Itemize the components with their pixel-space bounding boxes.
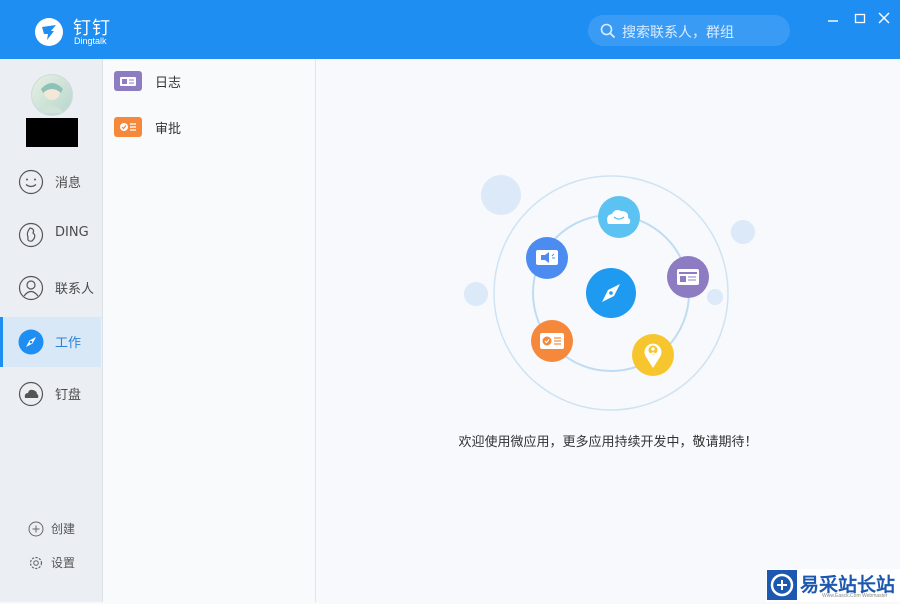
nav-item-disk[interactable]: 钉盘 xyxy=(0,369,101,419)
nav-item-messages[interactable]: 消息 xyxy=(0,157,101,207)
maximize-icon[interactable] xyxy=(852,10,868,26)
close-icon[interactable] xyxy=(876,10,892,26)
title-bar: 钉钉 Dingtalk 搜索联系人，群组 xyxy=(0,0,900,59)
micro-apps-illustration xyxy=(464,175,755,411)
search-input[interactable]: 搜索联系人，群组 xyxy=(622,22,734,42)
cloud-disk-icon xyxy=(18,381,44,407)
deco-bubble xyxy=(731,220,755,244)
empty-state-message: 欢迎使用微应用，更多应用持续开发中，敬请期待！ xyxy=(458,435,758,450)
user-name-redacted xyxy=(26,118,78,147)
list-item-log[interactable]: 日志 xyxy=(103,59,315,103)
announcement-app-icon xyxy=(526,237,568,279)
deco-bubble xyxy=(481,175,521,215)
app-list: 日志 审批 xyxy=(103,59,316,602)
list-label: 日志 xyxy=(155,76,182,91)
settings-label: 设置 xyxy=(51,556,76,570)
app-subtitle: Dingtalk xyxy=(74,36,107,46)
plus-circle-icon xyxy=(28,521,44,537)
nav-label: DING xyxy=(55,225,89,240)
list-label: 审批 xyxy=(155,122,182,137)
approval-app-icon xyxy=(531,320,573,362)
nav-label: 工作 xyxy=(55,336,82,351)
watermark-logo-icon xyxy=(767,570,797,600)
site-watermark: 易采站长站 Www.Easck.Com Webmaster xyxy=(766,569,900,602)
create-button[interactable]: 创建 xyxy=(28,519,98,539)
deco-bubble xyxy=(707,289,723,305)
compass-icon xyxy=(18,329,44,355)
deco-bubble xyxy=(464,282,488,306)
nav-item-ding[interactable]: DING xyxy=(0,210,101,260)
log-app-icon xyxy=(667,256,709,298)
location-app-icon xyxy=(632,334,674,376)
cloud-app-icon xyxy=(598,196,640,238)
left-nav: 消息 DING 联系人 工作 钉盘 创建 设置 xyxy=(0,59,103,602)
minimize-icon[interactable] xyxy=(825,10,841,26)
avatar[interactable] xyxy=(31,74,73,116)
ding-icon xyxy=(18,222,44,248)
nav-item-work[interactable]: 工作 xyxy=(0,317,101,367)
create-label: 创建 xyxy=(51,522,76,536)
log-icon xyxy=(114,71,142,91)
settings-button[interactable]: 设置 xyxy=(28,553,98,573)
nav-label: 联系人 xyxy=(55,282,95,297)
search-box[interactable]: 搜索联系人，群组 xyxy=(588,15,790,46)
dingtalk-logo-icon xyxy=(35,18,63,46)
approval-icon xyxy=(114,117,142,137)
watermark-subtext: Www.Easck.Com Webmaster xyxy=(822,593,888,599)
smile-icon xyxy=(18,169,44,195)
active-indicator xyxy=(0,317,3,367)
search-icon xyxy=(600,23,616,39)
contacts-icon xyxy=(18,275,44,301)
nav-item-contacts[interactable]: 联系人 xyxy=(0,263,101,313)
center-compass-icon xyxy=(586,268,636,318)
nav-label: 钉盘 xyxy=(55,388,82,403)
main-panel: 欢迎使用微应用，更多应用持续开发中，敬请期待！ xyxy=(316,59,900,602)
list-item-approval[interactable]: 审批 xyxy=(103,105,315,149)
gear-icon xyxy=(29,556,43,570)
nav-label: 消息 xyxy=(55,176,82,191)
